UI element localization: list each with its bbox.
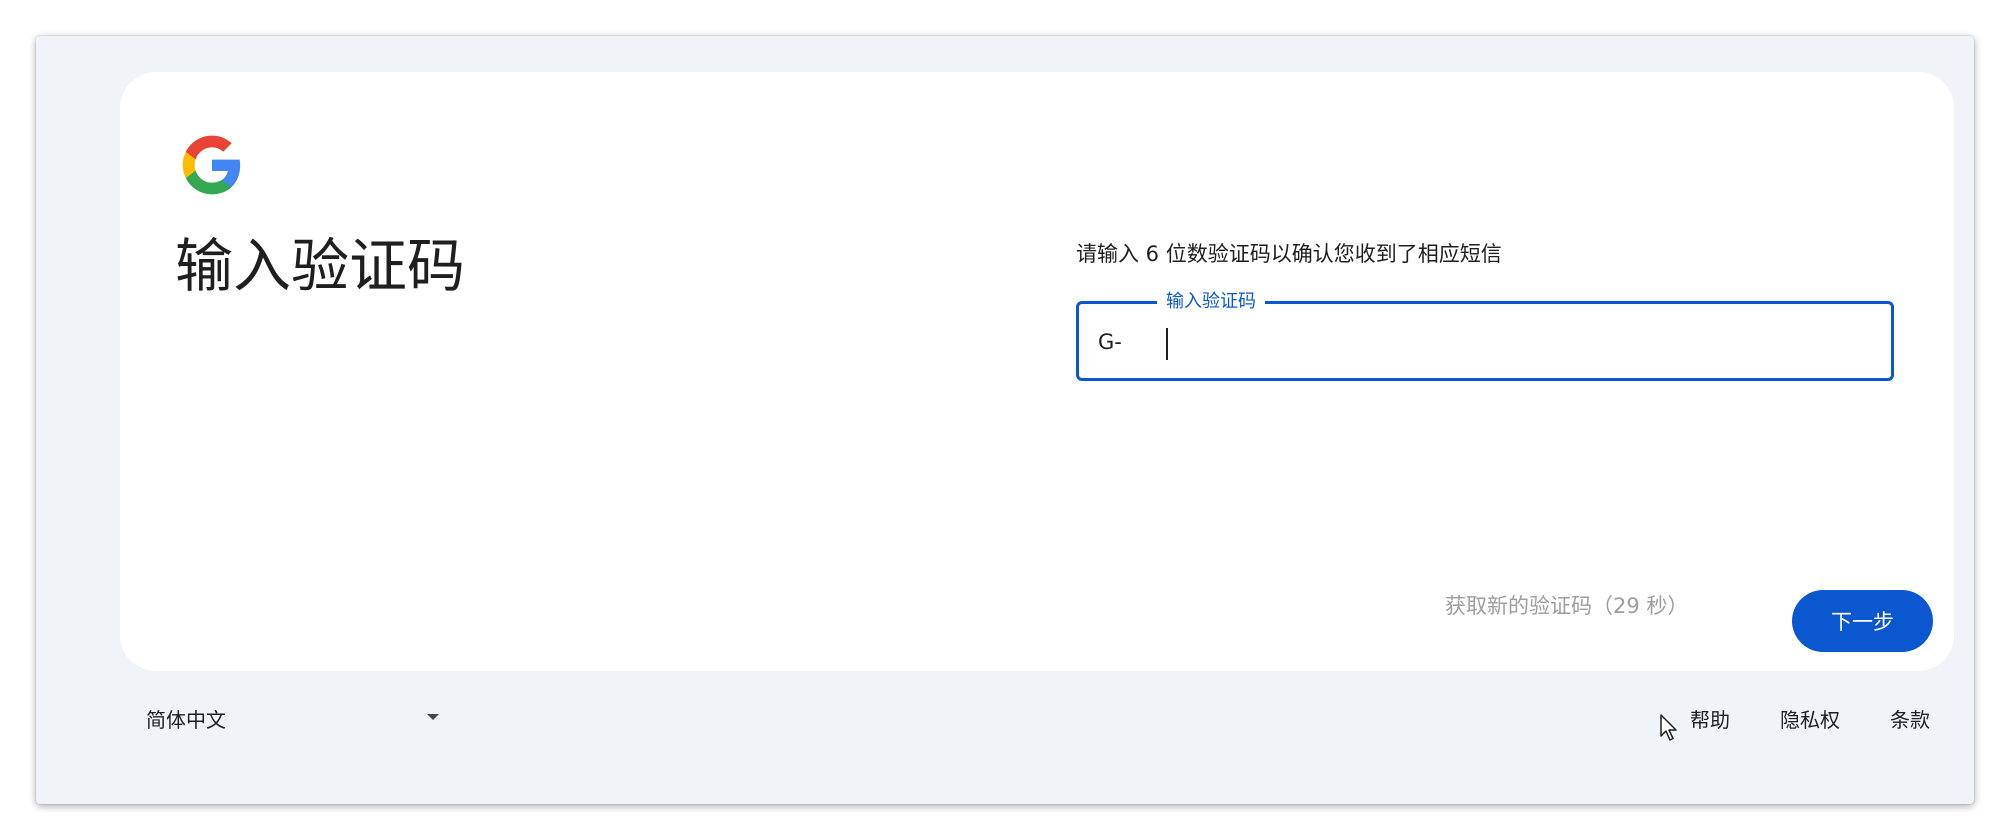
code-prefix: G- <box>1098 330 1122 354</box>
mouse-cursor-icon <box>1660 714 1677 741</box>
page-title: 输入验证码 <box>175 232 466 300</box>
instruction-text: 请输入 6 位数验证码以确认您收到了相应短信 <box>1076 242 1502 266</box>
text-caret <box>1166 328 1168 360</box>
google-logo <box>182 135 241 195</box>
resend-code-link: 获取新的验证码（29 秒） <box>1445 594 1689 618</box>
footer-links: 帮助 隐私权 条款 <box>1690 704 1930 733</box>
browser-window: 输入验证码 请输入 6 位数验证码以确认您收到了相应短信 输入验证码 G- 获取… <box>36 36 1974 804</box>
verification-code-input[interactable] <box>1159 314 1859 368</box>
code-field-label: 输入验证码 <box>1157 290 1265 314</box>
terms-link[interactable]: 条款 <box>1890 704 1930 733</box>
language-label: 简体中文 <box>146 708 226 732</box>
language-select[interactable]: 简体中文 <box>146 696 446 740</box>
verification-code-field[interactable]: 输入验证码 G- <box>1076 290 1894 381</box>
chevron-down-icon <box>427 714 439 720</box>
next-button[interactable]: 下一步 <box>1792 590 1933 652</box>
footer: 简体中文 帮助 隐私权 条款 <box>36 696 1974 740</box>
help-link[interactable]: 帮助 <box>1690 704 1730 733</box>
privacy-link[interactable]: 隐私权 <box>1780 704 1840 733</box>
signin-card: 输入验证码 请输入 6 位数验证码以确认您收到了相应短信 输入验证码 G- 获取… <box>120 72 1954 671</box>
